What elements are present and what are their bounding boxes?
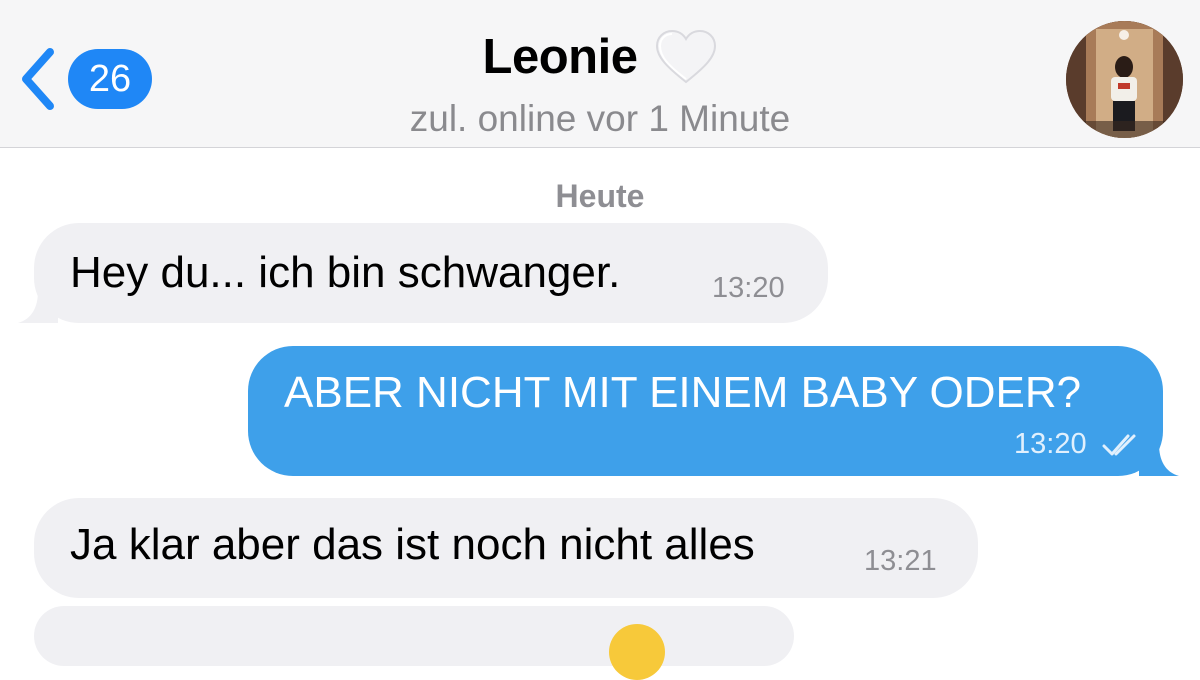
contact-name: Leonie <box>482 30 638 84</box>
message-time: 13:20 <box>712 272 785 304</box>
profile-photo <box>1066 21 1183 138</box>
message-time: 13:20 <box>1014 428 1087 460</box>
chat-title-block[interactable]: Leonie zul. online vor 1 Minute <box>0 22 1200 140</box>
message-bubble-incoming-partial[interactable] <box>34 606 794 680</box>
message-bubble-incoming[interactable]: Ja klar aber das ist noch nicht alles 13… <box>34 498 978 598</box>
message-text: Hey du... ich bin schwanger. <box>70 248 621 297</box>
date-separator: Heute <box>555 178 645 214</box>
emoji-icon <box>609 624 665 680</box>
message-text: Ja klar aber das ist noch nicht alles <box>70 520 755 569</box>
message-text: ABER NICHT MIT EINEM BABY ODER? <box>284 368 1082 417</box>
chat-header: 26 Leonie zul. online vor 1 Minute <box>0 0 1200 148</box>
bubble-tail <box>1139 444 1179 476</box>
bubble-tail <box>18 291 58 323</box>
double-check-icon <box>1102 434 1136 456</box>
white-heart-icon <box>656 29 717 84</box>
message-bubble-outgoing[interactable]: ABER NICHT MIT EINEM BABY ODER? 13:20 <box>248 346 1179 476</box>
message-time: 13:21 <box>864 545 937 577</box>
contact-status: zul. online vor 1 Minute <box>409 98 791 139</box>
contact-avatar[interactable] <box>1066 21 1183 138</box>
message-bubble-incoming[interactable]: Hey du... ich bin schwanger. 13:20 <box>18 223 828 323</box>
